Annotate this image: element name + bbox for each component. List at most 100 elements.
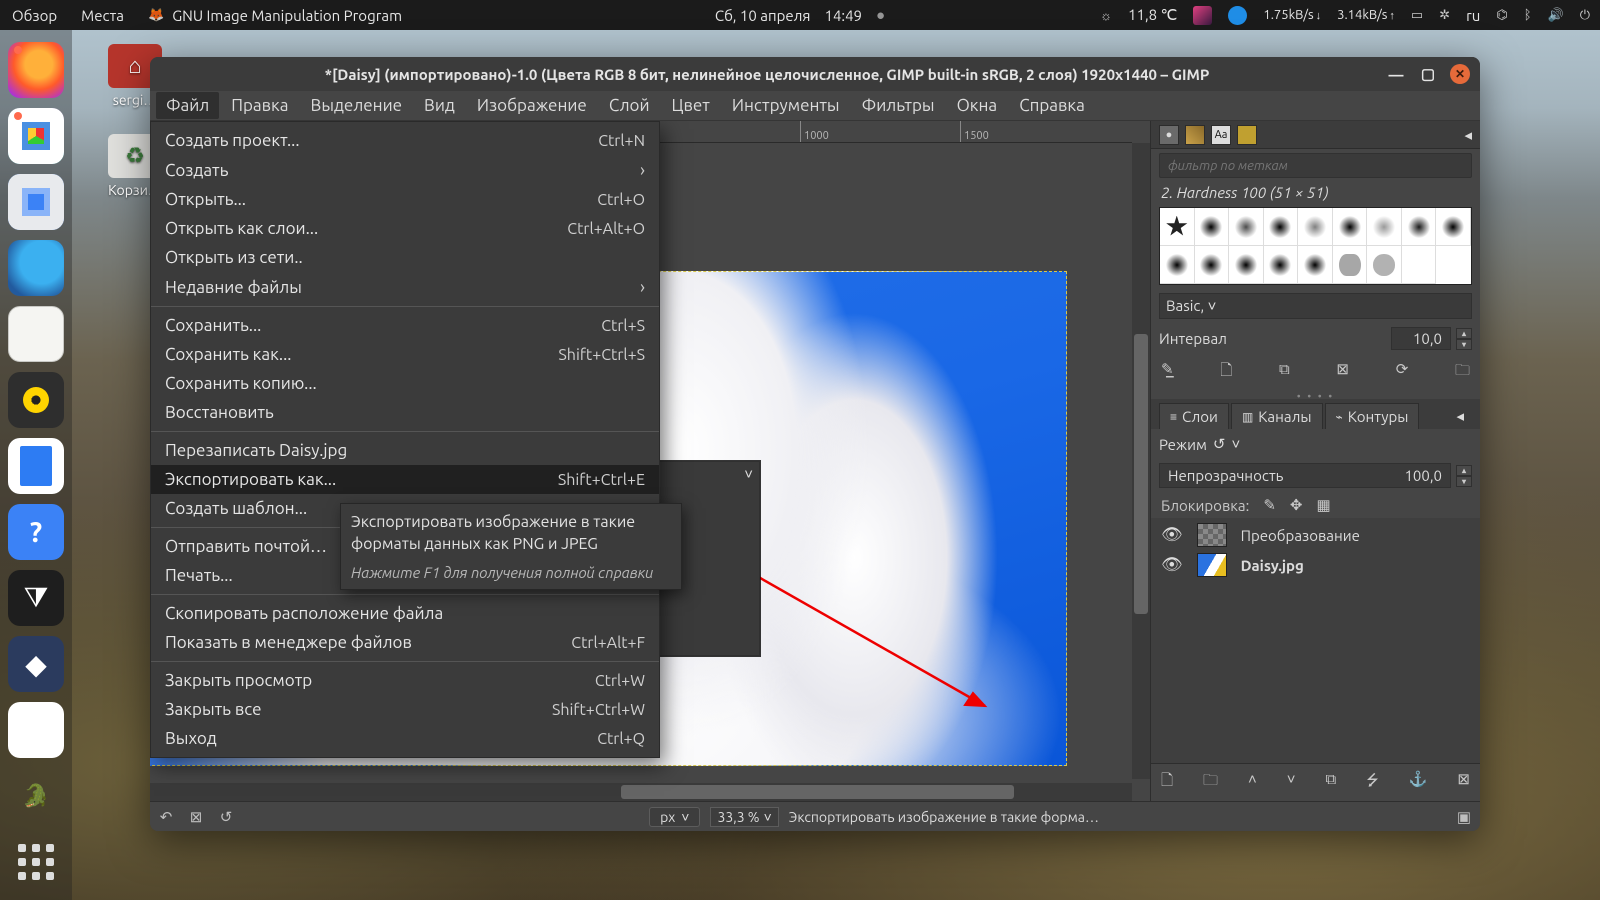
status-history-icon[interactable]: ↺ [216,808,236,826]
file-new-project[interactable]: Создать проект...Ctrl+N [151,126,659,155]
dock-files[interactable] [8,306,64,362]
new-group-icon[interactable]: 🗀 [1203,770,1218,795]
menu-layer[interactable]: Слой [599,92,660,119]
raise-layer-icon[interactable]: ˄ [1248,770,1257,795]
status-undo-icon[interactable]: ↶ [156,808,176,826]
panel-grip[interactable]: • • • • [1151,391,1480,399]
file-recent[interactable]: Недавние файлы [151,272,659,302]
menu-help[interactable]: Справка [1009,92,1095,119]
menu-edit[interactable]: Правка [221,92,298,119]
eye-icon[interactable]: 👁 [1161,525,1183,545]
dock-remote[interactable]: ⬡ [8,702,64,758]
zoom-select[interactable]: 33,3 % ˅ [710,807,778,827]
dock-rhythmbox[interactable] [8,372,64,428]
interval-spinner[interactable]: ▴▾ [1456,328,1472,350]
layer-item-daisy[interactable]: 👁 Daisy.jpg [1151,550,1480,580]
power-icon[interactable]: ⏻ [1580,8,1590,23]
dock-menu-icon[interactable]: ◂ [1464,126,1472,144]
vertical-scrollbar[interactable] [1132,143,1150,779]
brush-delete-icon[interactable]: ⊠ [1336,360,1349,385]
file-open-as-layers[interactable]: Открыть как слои...Ctrl+Alt+O [151,214,659,243]
file-save-copy[interactable]: Сохранить копию... [151,369,659,398]
bluetooth-icon[interactable]: ᛒ [1524,8,1532,22]
layer-item-transform[interactable]: 👁 Преобразование [1151,520,1480,550]
activities-button[interactable]: Обзор [12,7,57,24]
history-tab-icon[interactable] [1237,125,1257,145]
lock-alpha-icon[interactable]: ▦ [1317,496,1331,514]
titlebar[interactable]: *[Daisy] (импортировано)-1.0 (Цвета RGB … [150,57,1480,91]
eye-icon[interactable]: 👁 [1161,555,1183,575]
file-quit[interactable]: ВыходCtrl+Q [151,724,659,753]
interval-value[interactable]: 10,0 [1391,327,1451,350]
file-close-view[interactable]: Закрыть просмотрCtrl+W [151,666,659,695]
status-softproof-icon[interactable]: ▣ [1454,808,1474,826]
minimize-button[interactable]: — [1386,64,1406,84]
mode-reset-icon[interactable]: ↺ [1213,435,1226,453]
layer-name[interactable]: Daisy.jpg [1241,557,1304,574]
keyboard-layout-label[interactable]: ru [1466,7,1480,24]
tray-icon-qb[interactable] [1228,6,1247,25]
dock-chrome[interactable] [8,108,64,164]
file-revert[interactable]: Восстановить [151,398,659,427]
brushes-tab-icon[interactable]: ● [1159,125,1179,145]
tab-paths[interactable]: ⌁Контуры [1325,403,1420,429]
brush-filter-input[interactable] [1159,153,1472,178]
tab-layers[interactable]: ≡Слои [1159,403,1229,429]
menu-filters[interactable]: Фильтры [852,92,945,119]
duplicate-layer-icon[interactable]: ⧉ [1326,770,1337,795]
tab-channels[interactable]: ▥Каналы [1231,403,1323,429]
dock-vscode[interactable]: ⧩ [8,570,64,626]
brush-new-icon[interactable]: 🗋 [1220,360,1232,385]
brush-refresh-icon[interactable]: ⟳ [1396,360,1409,385]
file-save-as[interactable]: Сохранить как...Shift+Ctrl+S [151,340,659,369]
brush-duplicate-icon[interactable]: ⧉ [1279,360,1290,385]
tray-icon-cube[interactable] [1193,6,1212,25]
file-save[interactable]: Сохранить...Ctrl+S [151,311,659,340]
dock-firefox[interactable] [8,42,64,98]
menu-color[interactable]: Цвет [662,92,720,119]
menu-image[interactable]: Изображение [467,92,597,119]
dock-thunderbird[interactable] [8,240,64,296]
brush-open-as-icon[interactable]: 🗀 [1455,360,1470,385]
active-app-menu[interactable]: 🦊 GNU Image Manipulation Program [148,7,402,24]
file-show-in-fm[interactable]: Показать в менеджере файловCtrl+Alt+F [151,628,659,657]
opacity-spinner[interactable]: ▴▾ [1456,465,1472,487]
accessibility-icon[interactable]: ✲ [1439,8,1450,23]
network-icon[interactable]: ⌬ [1496,8,1507,23]
patterns-tab-icon[interactable] [1185,125,1205,145]
battery-icon[interactable]: ▭ [1411,8,1423,23]
layers-dock-menu-icon[interactable]: ◂ [1448,403,1472,429]
menu-select[interactable]: Выделение [301,92,413,119]
status-delete-icon[interactable]: ⊠ [186,808,206,826]
unit-select[interactable]: px ˅ [649,807,700,827]
anchor-layer-icon[interactable]: ⚓ [1409,770,1428,795]
menu-windows[interactable]: Окна [947,92,1008,119]
dock-virtualbox[interactable]: ◆ [8,636,64,692]
lower-layer-icon[interactable]: ˅ [1287,770,1296,795]
new-layer-icon[interactable]: 🗋 [1161,770,1173,795]
volume-icon[interactable]: 🔊 [1548,8,1564,23]
file-export-as[interactable]: Экспортировать как...Shift+Ctrl+E [151,465,659,494]
brush-edit-icon[interactable]: ✎̲ [1161,360,1174,385]
opacity-slider[interactable]: Непрозрачность 100,0 [1159,463,1451,488]
delete-layer-icon[interactable]: ⊠ [1457,770,1470,795]
dock-misc[interactable]: 🐊 [8,768,64,824]
brush-preset-select[interactable]: Basic, ˅ [1159,293,1472,319]
file-overwrite[interactable]: Перезаписать Daisy.jpg [151,436,659,465]
file-open-location[interactable]: Открыть из сети.. [151,243,659,272]
menu-tools[interactable]: Инструменты [722,92,850,119]
menu-view[interactable]: Вид [414,92,465,119]
horizontal-scrollbar[interactable] [150,783,1132,801]
layer-name[interactable]: Преобразование [1241,527,1360,544]
file-open[interactable]: Открыть...Ctrl+O [151,185,659,214]
menu-file[interactable]: Файл [156,92,219,119]
close-button[interactable]: ✕ [1450,64,1470,84]
dock-apps-grid[interactable] [8,834,64,890]
places-menu[interactable]: Места [81,7,124,24]
file-copy-path[interactable]: Скопировать расположение файла [151,599,659,628]
lock-pixels-icon[interactable]: ✎ [1263,496,1276,514]
dock-libreoffice-writer[interactable] [8,438,64,494]
dock-help[interactable]: ? [8,504,64,560]
lock-position-icon[interactable]: ✥ [1290,496,1303,514]
clock-area[interactable]: Сб, 10 апреля 14:49 ● [715,6,885,24]
